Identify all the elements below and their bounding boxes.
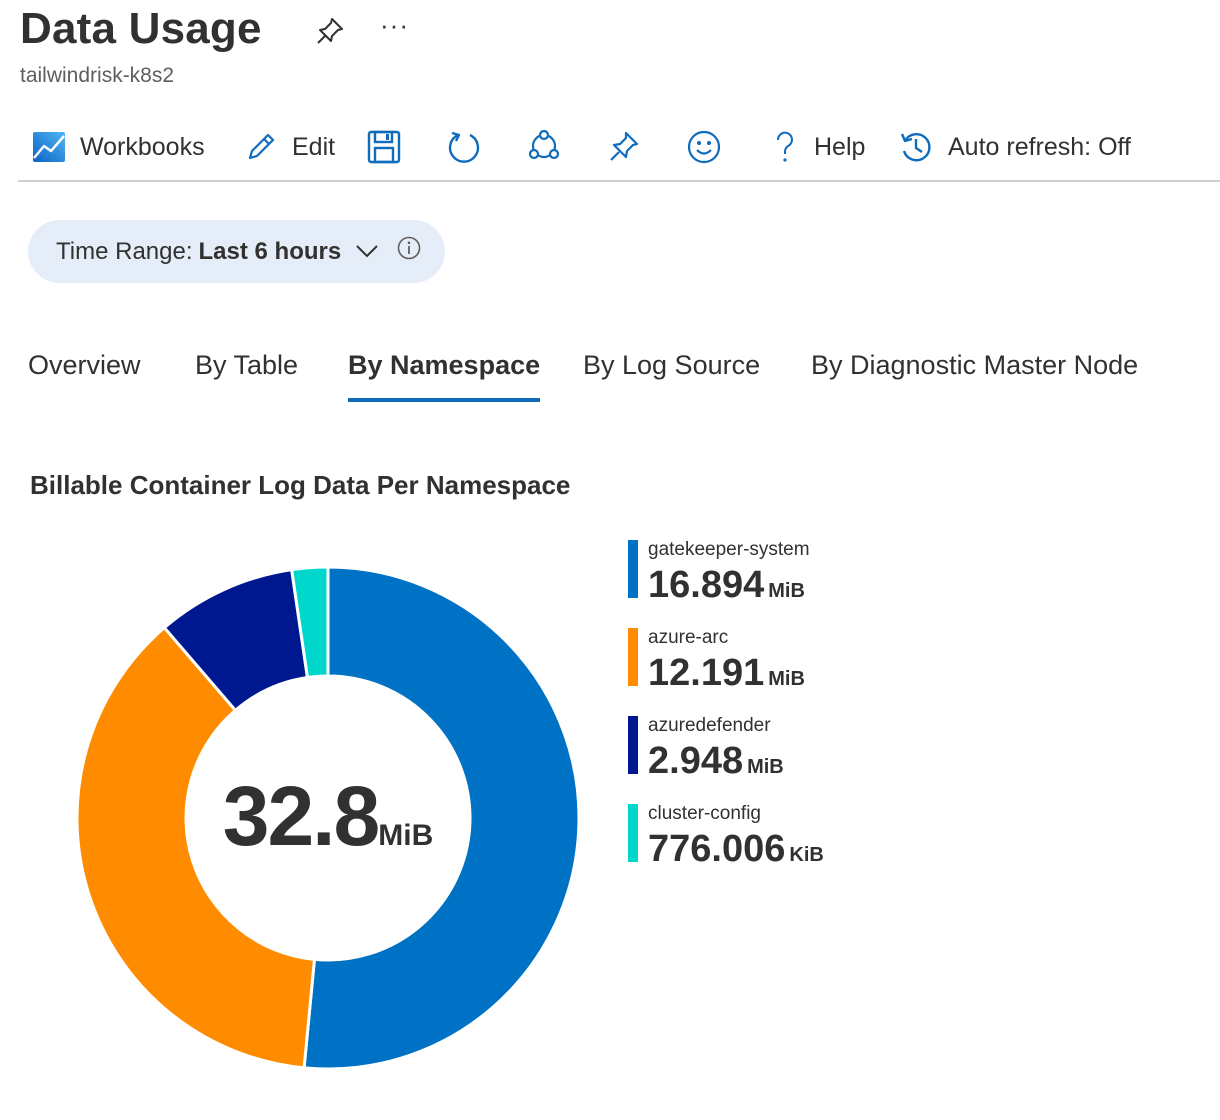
time-range-dropdown[interactable]: Time Range: Last 6 hours	[28, 220, 445, 283]
tab-by-namespace[interactable]: By Namespace	[348, 350, 541, 402]
info-icon[interactable]	[397, 236, 421, 267]
workbooks-label: Workbooks	[80, 132, 205, 161]
pencil-icon	[244, 130, 278, 164]
edit-button[interactable]: Edit	[244, 126, 335, 168]
resource-subtitle: tailwindrisk-k8s2	[20, 64, 175, 87]
refresh-button[interactable]	[446, 126, 482, 168]
smiley-icon	[686, 129, 722, 165]
workbooks-button[interactable]: Workbooks	[32, 126, 205, 168]
pin-icon[interactable]	[313, 14, 347, 48]
time-range-label: Time Range:	[56, 237, 193, 265]
legend-value: 12.191	[648, 652, 765, 694]
more-options-icon[interactable]: ···	[380, 10, 409, 41]
time-range-value: Last 6 hours	[198, 237, 342, 265]
legend-unit: MiB	[768, 668, 805, 690]
donut-total: 32.8MiB	[68, 768, 588, 865]
legend-swatch	[628, 540, 638, 598]
refresh-icon	[446, 129, 482, 165]
legend-value: 16.894	[648, 564, 765, 606]
legend-item-azure-arc[interactable]: azure-arc 12.191 MiB	[628, 626, 824, 714]
page-title: Data Usage	[20, 4, 262, 53]
legend-swatch	[628, 804, 638, 862]
legend-item-azuredefender[interactable]: azuredefender 2.948 MiB	[628, 714, 824, 802]
feedback-button[interactable]	[686, 126, 722, 168]
legend-item-cluster-config[interactable]: cluster-config 776.006 KiB	[628, 802, 824, 890]
share-button[interactable]	[526, 126, 562, 168]
legend-swatch	[628, 716, 638, 774]
save-button[interactable]	[366, 126, 402, 168]
legend-name: azuredefender	[648, 715, 771, 736]
total-value: 32.8	[222, 769, 380, 863]
tab-overview[interactable]: Overview	[28, 350, 141, 402]
legend-unit: MiB	[768, 580, 805, 602]
legend-unit: MiB	[747, 756, 784, 778]
help-button[interactable]: Help	[770, 126, 865, 168]
legend-name: cluster-config	[648, 803, 761, 824]
share-icon	[526, 129, 562, 165]
chevron-down-icon	[355, 238, 379, 266]
legend-value: 776.006	[648, 828, 786, 870]
legend-unit: KiB	[789, 844, 824, 866]
legend-value: 2.948	[648, 740, 744, 782]
chart-title: Billable Container Log Data Per Namespac…	[30, 470, 571, 500]
pin-to-dashboard-button[interactable]	[606, 126, 642, 168]
legend-name: azure-arc	[648, 627, 729, 648]
legend-item-gatekeeper-system[interactable]: gatekeeper-system 16.894 MiB	[628, 538, 824, 626]
tab-by-log-source[interactable]: By Log Source	[583, 350, 760, 402]
workbooks-icon	[32, 130, 66, 164]
legend-swatch	[628, 628, 638, 686]
history-clock-icon	[898, 129, 934, 165]
auto-refresh-label: Auto refresh: Off	[948, 132, 1131, 161]
save-icon	[366, 129, 402, 165]
edit-label: Edit	[292, 132, 336, 161]
pin-icon	[606, 129, 642, 165]
tab-by-table[interactable]: By Table	[195, 350, 298, 402]
total-unit: MiB	[378, 819, 434, 852]
chart-legend: gatekeeper-system 16.894 MiB azure-arc 12…	[628, 538, 824, 890]
question-mark-icon	[770, 129, 800, 165]
auto-refresh-button[interactable]: Auto refresh: Off	[898, 126, 1131, 168]
tab-by-diagnostic-master-node[interactable]: By Diagnostic Master Node	[811, 350, 1138, 402]
help-label: Help	[814, 132, 866, 161]
legend-name: gatekeeper-system	[648, 539, 810, 560]
command-bar: Workbooks Edit Help Auto refresh: Off	[18, 118, 1220, 182]
